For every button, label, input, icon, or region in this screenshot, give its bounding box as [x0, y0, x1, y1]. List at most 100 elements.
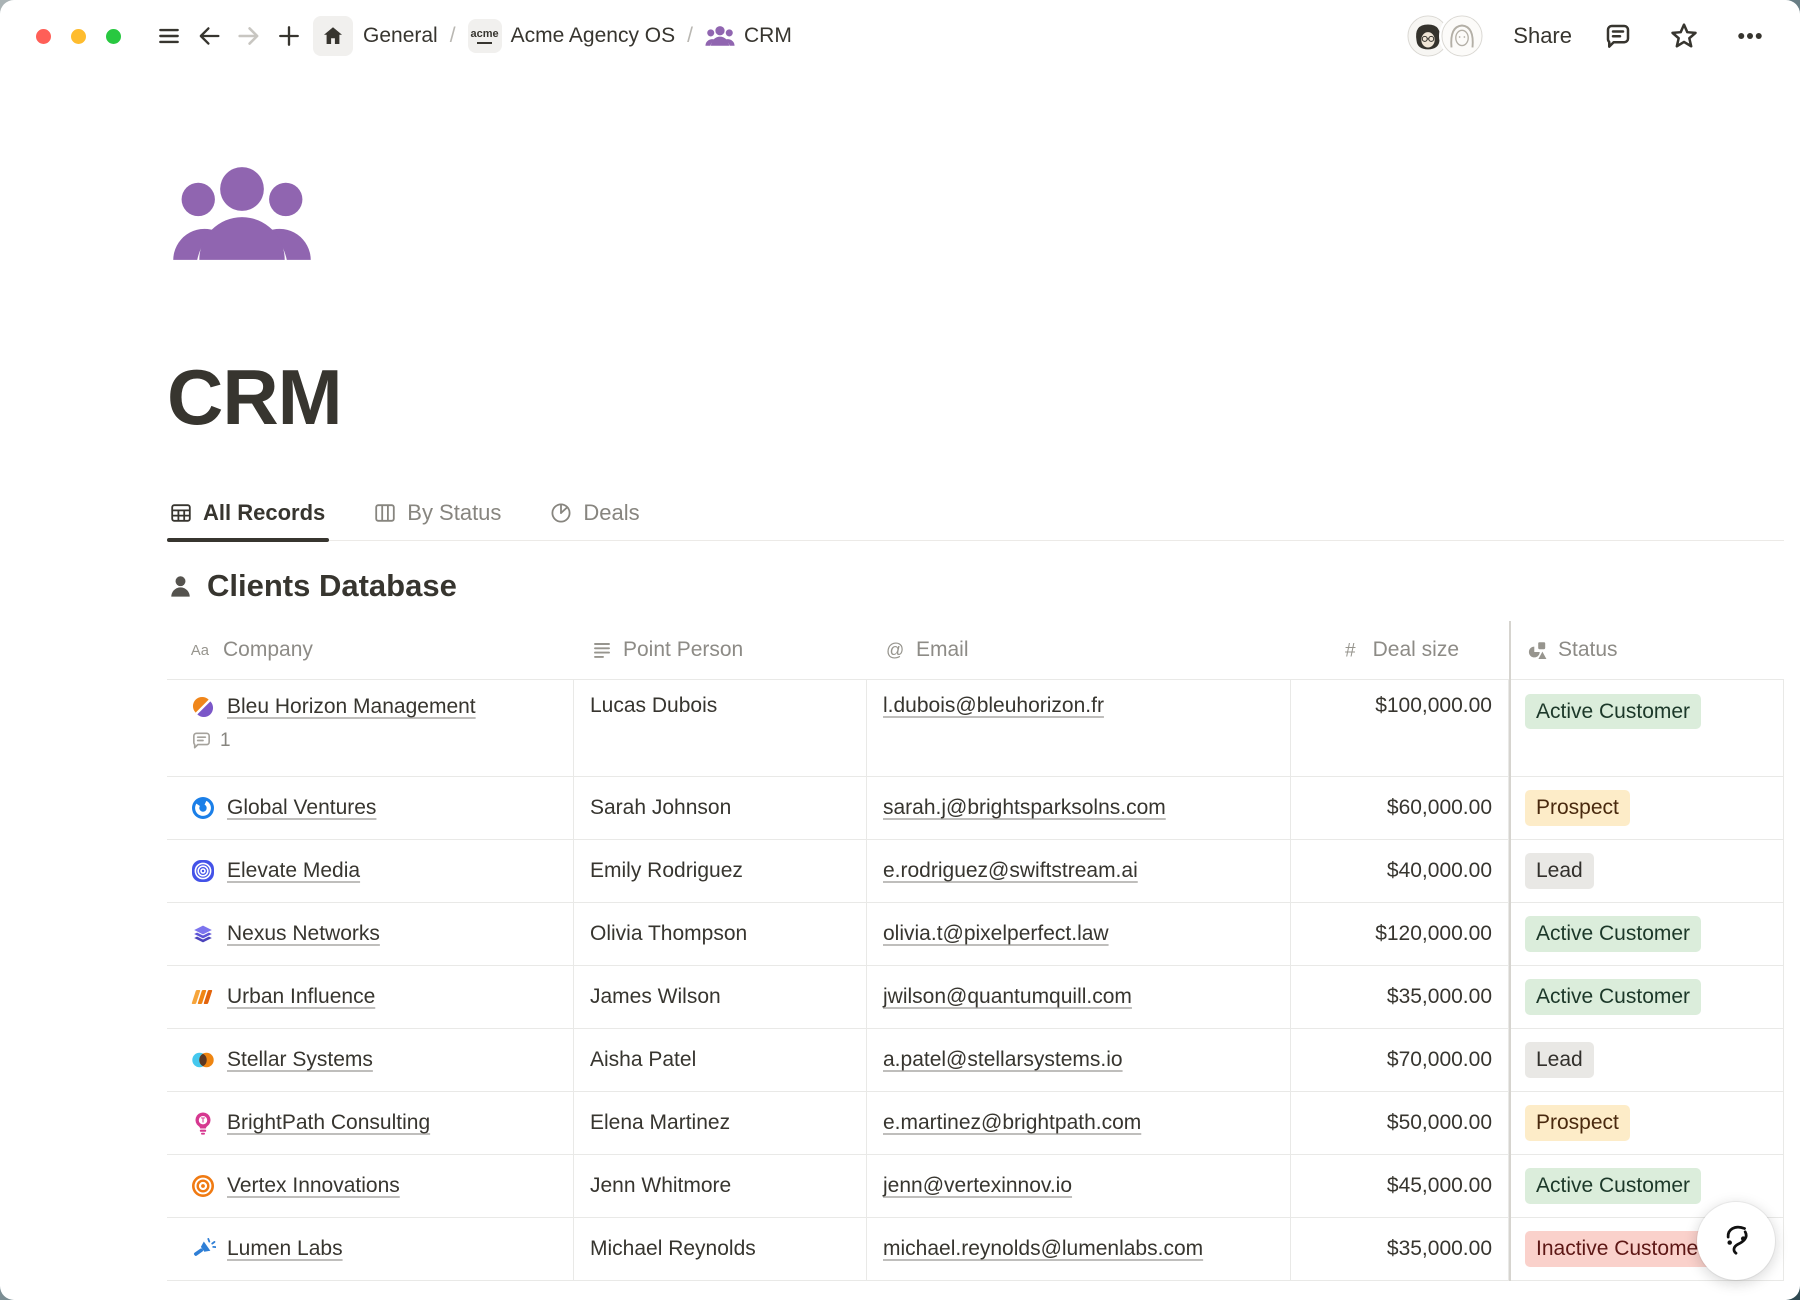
- company-cell[interactable]: Lumen Labs: [167, 1218, 574, 1280]
- status-badge[interactable]: Lead: [1525, 853, 1594, 888]
- company-link[interactable]: Bleu Horizon Management: [227, 695, 476, 719]
- breadcrumb-item-crm[interactable]: CRM: [705, 24, 792, 48]
- close-window-button[interactable]: [36, 29, 51, 44]
- email-link[interactable]: e.rodriguez@swiftstream.ai: [883, 859, 1138, 883]
- status-badge[interactable]: Active Customer: [1525, 979, 1701, 1014]
- deal-size-cell[interactable]: $100,000.00: [1291, 680, 1509, 776]
- status-cell[interactable]: Active Customer: [1509, 903, 1784, 965]
- deal-size-cell[interactable]: $40,000.00: [1291, 840, 1509, 902]
- deal-size-cell[interactable]: $45,000.00: [1291, 1155, 1509, 1217]
- point-person-cell[interactable]: Olivia Thompson: [574, 903, 867, 965]
- table-row[interactable]: Global Ventures Sarah Johnson sarah.j@brig…: [167, 777, 1784, 840]
- status-cell[interactable]: Active Customer: [1509, 966, 1784, 1028]
- status-cell[interactable]: Lead: [1509, 840, 1784, 902]
- column-header-point-person[interactable]: Point Person: [574, 621, 867, 679]
- collaborator-avatars[interactable]: [1405, 13, 1485, 59]
- email-link[interactable]: olivia.t@pixelperfect.law: [883, 922, 1109, 946]
- deal-size-cell[interactable]: $50,000.00: [1291, 1092, 1509, 1154]
- company-cell[interactable]: Vertex Innovations: [167, 1155, 574, 1217]
- deal-size-cell[interactable]: $120,000.00: [1291, 903, 1509, 965]
- company-cell[interactable]: Bleu Horizon Management 1: [167, 680, 574, 776]
- tab-all-records[interactable]: All Records: [167, 500, 329, 540]
- company-link[interactable]: Elevate Media: [227, 859, 360, 883]
- home-button[interactable]: [313, 16, 353, 56]
- email-cell[interactable]: l.dubois@bleuhorizon.fr: [867, 680, 1291, 776]
- email-cell[interactable]: michael.reynolds@lumenlabs.com: [867, 1218, 1291, 1280]
- email-link[interactable]: jenn@vertexinnov.io: [883, 1174, 1072, 1198]
- status-badge[interactable]: Active Customer: [1525, 916, 1701, 951]
- company-cell[interactable]: Global Ventures: [167, 777, 574, 839]
- table-row[interactable]: Vertex Innovations Jenn Whitmore jenn@vert…: [167, 1155, 1784, 1218]
- favorite-button[interactable]: [1664, 16, 1704, 56]
- point-person-cell[interactable]: Michael Reynolds: [574, 1218, 867, 1280]
- email-link[interactable]: jwilson@quantumquill.com: [883, 985, 1132, 1009]
- status-badge[interactable]: Active Customer: [1525, 694, 1701, 729]
- share-button[interactable]: Share: [1513, 23, 1572, 49]
- email-link[interactable]: sarah.j@brightsparksolns.com: [883, 796, 1166, 820]
- comments-button[interactable]: [1598, 16, 1638, 56]
- point-person-cell[interactable]: Lucas Dubois: [574, 680, 867, 776]
- table-row[interactable]: Urban InfluenceJames Wilsonjwilson@quant…: [167, 966, 1784, 1029]
- point-person-cell[interactable]: Sarah Johnson: [574, 777, 867, 839]
- more-options-button[interactable]: [1730, 16, 1770, 56]
- email-link[interactable]: a.patel@stellarsystems.io: [883, 1048, 1123, 1072]
- forward-button[interactable]: [229, 16, 269, 56]
- company-link[interactable]: Stellar Systems: [227, 1048, 373, 1072]
- company-cell[interactable]: Elevate Media: [167, 840, 574, 902]
- status-badge[interactable]: Prospect: [1525, 1105, 1630, 1140]
- status-cell[interactable]: Active Customer: [1509, 680, 1784, 776]
- zoom-window-button[interactable]: [106, 29, 121, 44]
- company-link[interactable]: Vertex Innovations: [227, 1174, 400, 1198]
- breadcrumb-item-workspace[interactable]: acme Acme Agency OS: [468, 19, 676, 53]
- column-header-status[interactable]: Status: [1509, 621, 1784, 679]
- point-person-cell[interactable]: Aisha Patel: [574, 1029, 867, 1091]
- status-cell[interactable]: Prospect: [1509, 1092, 1784, 1154]
- comment-count[interactable]: 1: [190, 729, 231, 752]
- tab-deals[interactable]: Deals: [547, 500, 643, 540]
- company-cell[interactable]: Stellar Systems: [167, 1029, 574, 1091]
- column-resize-divider[interactable]: [1509, 621, 1511, 1281]
- status-cell[interactable]: Lead: [1509, 1029, 1784, 1091]
- column-header-company[interactable]: Aa Company: [167, 621, 574, 679]
- status-badge[interactable]: Active Customer: [1525, 1168, 1701, 1203]
- point-person-cell[interactable]: Jenn Whitmore: [574, 1155, 867, 1217]
- company-link[interactable]: Lumen Labs: [227, 1237, 343, 1261]
- point-person-cell[interactable]: Emily Rodriguez: [574, 840, 867, 902]
- company-link[interactable]: Urban Influence: [227, 985, 375, 1009]
- back-button[interactable]: [189, 16, 229, 56]
- table-row[interactable]: Elevate Media Emily Rodriguez e.rodriguez@…: [167, 840, 1784, 903]
- database-title-text[interactable]: Clients Database: [207, 568, 457, 604]
- company-link[interactable]: Global Ventures: [227, 796, 376, 820]
- breadcrumb-item-general[interactable]: General: [363, 24, 438, 48]
- email-cell[interactable]: sarah.j@brightsparksolns.com: [867, 777, 1291, 839]
- email-cell[interactable]: jenn@vertexinnov.io: [867, 1155, 1291, 1217]
- deal-size-cell[interactable]: $70,000.00: [1291, 1029, 1509, 1091]
- page-title[interactable]: CRM: [167, 358, 1784, 436]
- deal-size-cell[interactable]: $35,000.00: [1291, 1218, 1509, 1280]
- table-row[interactable]: Nexus NetworksOlivia Thompsonolivia.t@pi…: [167, 903, 1784, 966]
- email-link[interactable]: michael.reynolds@lumenlabs.com: [883, 1237, 1203, 1261]
- page-icon-people-group[interactable]: [167, 164, 317, 264]
- email-link[interactable]: l.dubois@bleuhorizon.fr: [883, 694, 1104, 718]
- email-cell[interactable]: e.martinez@brightpath.com: [867, 1092, 1291, 1154]
- table-row[interactable]: Bleu Horizon Management 1 Lucas Dubois l.du…: [167, 680, 1784, 777]
- table-row[interactable]: TBrightPath ConsultingElena Martinez e.ma…: [167, 1092, 1784, 1155]
- company-cell[interactable]: TBrightPath Consulting: [167, 1092, 574, 1154]
- email-cell[interactable]: jwilson@quantumquill.com: [867, 966, 1291, 1028]
- company-cell[interactable]: Urban Influence: [167, 966, 574, 1028]
- notion-ai-button[interactable]: [1697, 1202, 1775, 1280]
- minimize-window-button[interactable]: [71, 29, 86, 44]
- status-badge[interactable]: Lead: [1525, 1042, 1594, 1077]
- status-badge[interactable]: Prospect: [1525, 790, 1630, 825]
- email-link[interactable]: e.martinez@brightpath.com: [883, 1111, 1141, 1135]
- column-header-deal-size[interactable]: # Deal size: [1291, 621, 1509, 679]
- tab-by-status[interactable]: By Status: [371, 500, 505, 540]
- email-cell[interactable]: olivia.t@pixelperfect.law: [867, 903, 1291, 965]
- point-person-cell[interactable]: Elena Martinez: [574, 1092, 867, 1154]
- table-row[interactable]: Lumen Labs Michael Reynolds michael.reynol…: [167, 1218, 1784, 1281]
- company-link[interactable]: BrightPath Consulting: [227, 1111, 430, 1135]
- status-badge[interactable]: Inactive Customer: [1525, 1231, 1716, 1266]
- deal-size-cell[interactable]: $60,000.00: [1291, 777, 1509, 839]
- email-cell[interactable]: a.patel@stellarsystems.io: [867, 1029, 1291, 1091]
- sidebar-toggle-button[interactable]: [149, 16, 189, 56]
